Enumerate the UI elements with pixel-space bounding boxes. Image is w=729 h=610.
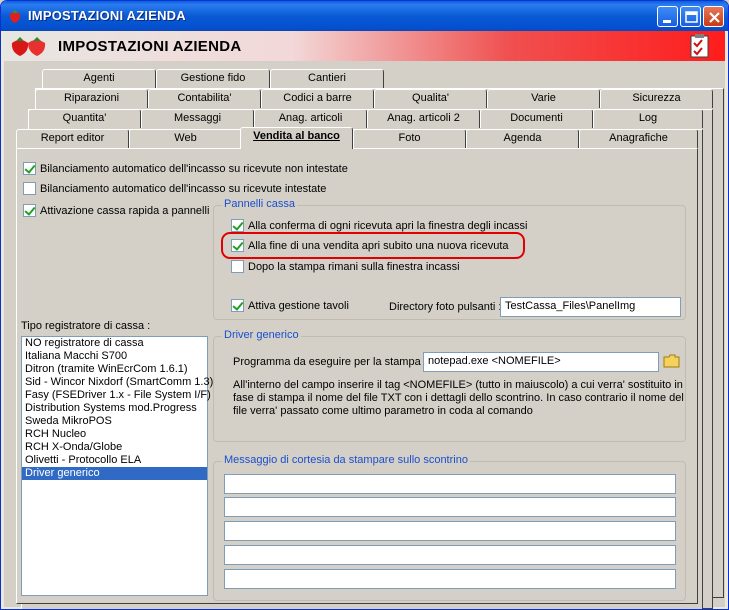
tab-documenti[interactable]: Documenti: [480, 109, 593, 128]
tab-riparazioni[interactable]: Riparazioni: [35, 89, 148, 108]
tavoli-checkbox[interactable]: Attiva gestione tavoli: [231, 299, 349, 312]
pannelli-cassa-title: Pannelli cassa: [222, 198, 297, 210]
checklist-icon[interactable]: [688, 33, 712, 59]
minimize-icon: [663, 20, 671, 23]
message-line-5-input[interactable]: [224, 569, 676, 589]
tab-agenti[interactable]: Agenti: [42, 69, 156, 88]
maximize-icon: [685, 11, 698, 23]
rimani-incassi-label: Dopo la stampa rimani sulla finestra inc…: [248, 260, 460, 273]
directory-label: Directory foto pulsanti :: [389, 301, 502, 313]
apri-incassi-label: Alla conferma di ogni ricevuta apri la f…: [248, 219, 528, 232]
registratore-label: Tipo registratore di cassa :: [21, 320, 151, 332]
list-item[interactable]: Distribution Systems mod.Progress: [22, 402, 207, 415]
checkbox-unchecked-icon: [23, 182, 36, 195]
checkbox-checked-icon: [231, 219, 244, 232]
close-button[interactable]: [703, 6, 724, 27]
bil-non-intestate-label: Bilanciamento automatico dell'incasso su…: [40, 162, 348, 175]
list-item[interactable]: Fasy (FSEDriver 1.x - File System I/F): [22, 389, 211, 402]
checkbox-checked-icon: [231, 239, 244, 252]
tab-quantita[interactable]: Quantita': [28, 109, 141, 128]
message-line-2-input[interactable]: [224, 497, 676, 517]
driver-description-line-2: fase di stampa il nome del file TXT con …: [233, 392, 684, 404]
vendita-al-banco-page: Bilanciamento automatico dell'incasso su…: [16, 148, 698, 604]
tab-foto[interactable]: Foto: [353, 129, 466, 148]
minimize-button[interactable]: [657, 6, 678, 27]
messaggio-title: Messaggio di cortesia da stampare sullo …: [222, 454, 470, 466]
checkbox-unchecked-icon: [231, 260, 244, 273]
cassa-rapida-label: Attivazione cassa rapida a pannelli: [40, 204, 210, 217]
driver-generico-title: Driver generico: [222, 329, 301, 341]
list-item[interactable]: NO registratore di cassa: [22, 337, 207, 350]
tab-sicurezza[interactable]: Sicurezza: [600, 89, 713, 108]
tavoli-label: Attiva gestione tavoli: [248, 299, 349, 312]
tab-qualita[interactable]: Qualita': [374, 89, 487, 108]
title-bar[interactable]: IMPOSTAZIONI AZIENDA: [1, 1, 728, 31]
list-item[interactable]: Sweda MikroPOS: [22, 415, 207, 428]
message-line-4-input[interactable]: [224, 545, 676, 565]
list-item[interactable]: Sid - Wincor Nixdorf (SmartComm 1.3): [22, 376, 213, 389]
bil-non-intestate-checkbox[interactable]: Bilanciamento automatico dell'incasso su…: [23, 162, 348, 175]
checkbox-checked-icon: [23, 204, 36, 217]
tab-varie[interactable]: Varie: [487, 89, 600, 108]
folder-icon[interactable]: [663, 352, 681, 370]
window-title: IMPOSTAZIONI AZIENDA: [28, 8, 186, 23]
maximize-button[interactable]: [680, 6, 701, 27]
tab-anag-articoli[interactable]: Anag. articoli: [254, 109, 367, 128]
list-item[interactable]: RCH X-Onda/Globe: [22, 441, 207, 454]
tab-messaggi[interactable]: Messaggi: [141, 109, 254, 128]
cassa-rapida-checkbox[interactable]: Attivazione cassa rapida a pannelli: [23, 204, 209, 217]
program-label: Programma da eseguire per la stampa :: [233, 356, 427, 368]
tab-anagrafiche[interactable]: Anagrafiche: [579, 129, 698, 148]
driver-description-line-3: file verra' passato come ultimo parametr…: [233, 405, 533, 417]
tab-cantieri[interactable]: Cantieri: [270, 69, 384, 88]
tab-vendita-al-banco[interactable]: Vendita al banco: [240, 127, 353, 149]
tab-agenda[interactable]: Agenda: [466, 129, 579, 148]
registratore-list[interactable]: NO registratore di cassa Italiana Macchi…: [21, 336, 213, 596]
program-input[interactable]: notepad.exe <NOMEFILE>: [423, 352, 659, 372]
strawberry-icon: [11, 37, 46, 56]
tab-anag-articoli-2[interactable]: Anag. articoli 2: [367, 109, 480, 128]
nuova-ricevuta-checkbox[interactable]: Alla fine di una vendita apri subito una…: [231, 239, 509, 252]
driver-description-line-1: All'interno del campo inserire il tag <N…: [233, 379, 683, 391]
tab-area: Agenti Gestione fido Cantieri Riparazion…: [4, 61, 725, 609]
tab-report-editor[interactable]: Report editor: [16, 129, 129, 148]
header-banner: IMPOSTAZIONI AZIENDA: [4, 31, 725, 61]
apri-incassi-checkbox[interactable]: Alla conferma di ogni ricevuta apri la f…: [231, 219, 527, 232]
settings-window: IMPOSTAZIONI AZIENDA IMPOSTAZIONI AZIEND…: [0, 0, 729, 610]
directory-input[interactable]: TestCassa_Files\PanelImg: [500, 297, 681, 317]
rimani-incassi-checkbox[interactable]: Dopo la stampa rimani sulla finestra inc…: [231, 260, 460, 273]
tab-web[interactable]: Web: [129, 129, 242, 148]
bil-intestate-label: Bilanciamento automatico dell'incasso su…: [40, 182, 327, 195]
close-icon: [709, 12, 720, 23]
list-item-selected[interactable]: Driver generico: [22, 467, 207, 480]
tab-contabilita[interactable]: Contabilita': [148, 89, 261, 108]
list-item[interactable]: Ditron (tramite WinEcrCom 1.6.1): [22, 363, 207, 376]
message-line-3-input[interactable]: [224, 521, 676, 541]
list-item[interactable]: Olivetti - Protocollo ELA: [22, 454, 207, 467]
tab-codici-a-barre[interactable]: Codici a barre: [261, 89, 374, 108]
message-line-1-input[interactable]: [224, 474, 676, 494]
nuova-ricevuta-label: Alla fine di una vendita apri subito una…: [248, 239, 509, 252]
list-item[interactable]: RCH Nucleo: [22, 428, 207, 441]
header-title: IMPOSTAZIONI AZIENDA: [58, 38, 242, 55]
strawberry-icon: [9, 10, 21, 23]
bil-intestate-checkbox[interactable]: Bilanciamento automatico dell'incasso su…: [23, 182, 326, 195]
tab-log[interactable]: Log: [593, 109, 703, 128]
tab-gestione-fido[interactable]: Gestione fido: [156, 69, 270, 88]
checkbox-checked-icon: [23, 162, 36, 175]
checkbox-checked-icon: [231, 299, 244, 312]
list-item[interactable]: Italiana Macchi S700: [22, 350, 207, 363]
